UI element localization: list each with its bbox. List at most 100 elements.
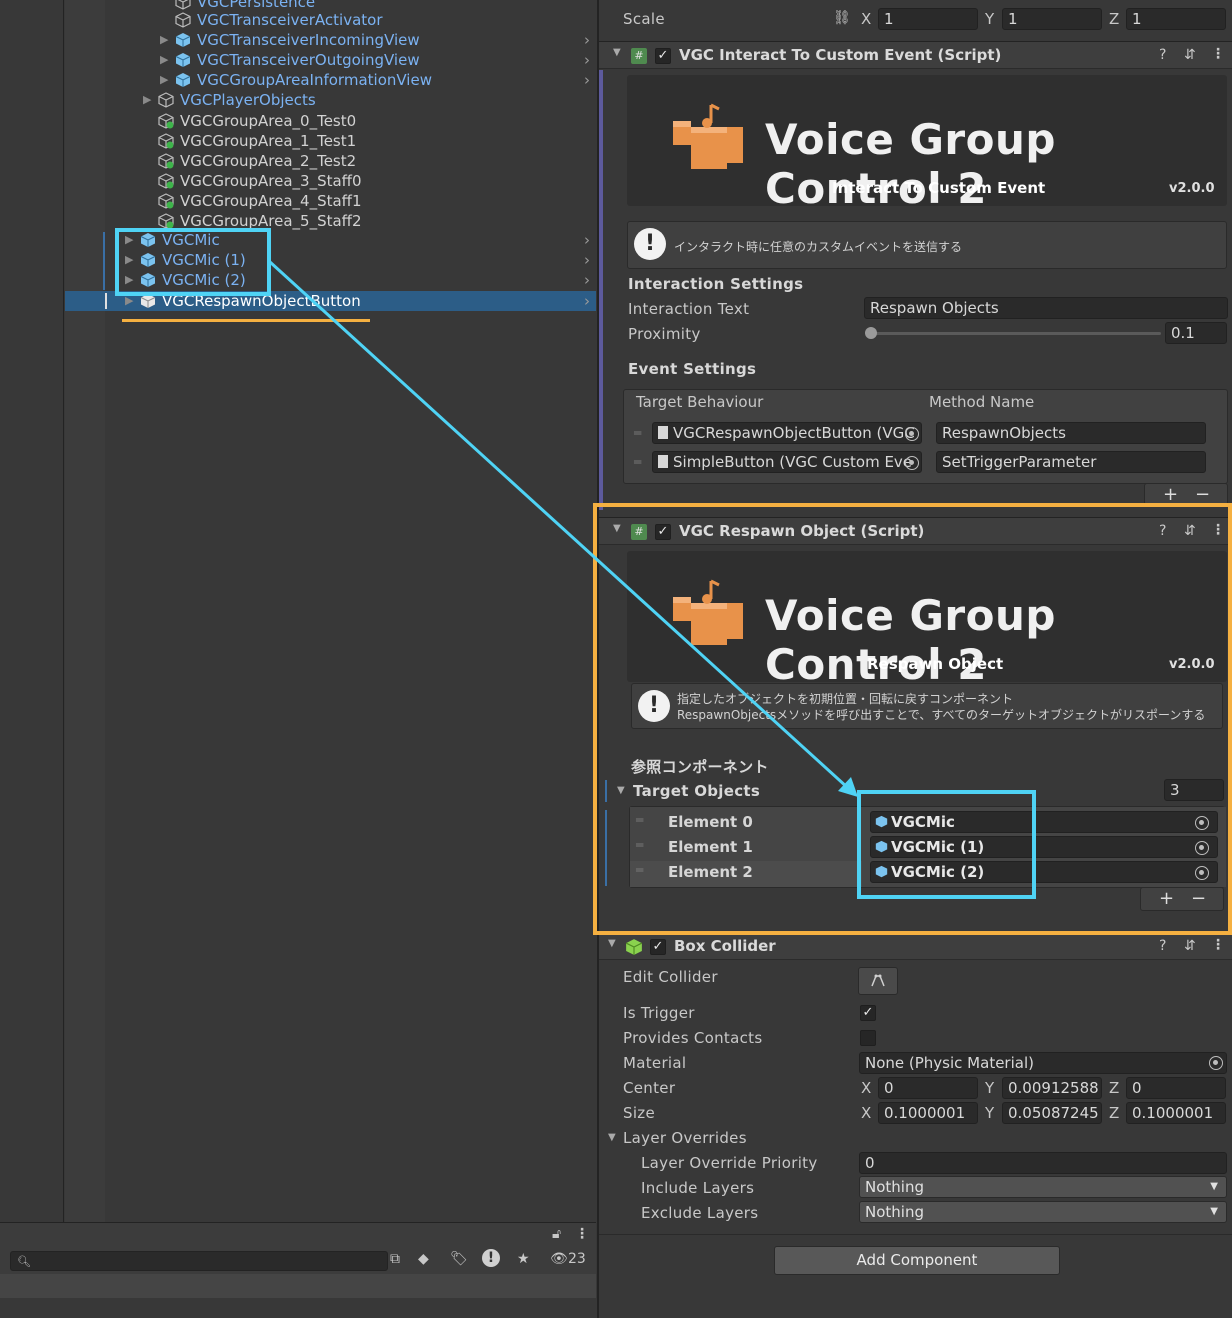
drag-handle-icon[interactable]: ═ (634, 455, 641, 469)
hierarchy-item[interactable]: VGCGroupArea_0_Test0 (105, 111, 596, 131)
exclude-layers-dropdown[interactable]: Nothing ▼ (859, 1201, 1227, 1223)
center-z-field[interactable]: 0 (1126, 1077, 1226, 1099)
is-trigger-label: Is Trigger (623, 1004, 695, 1022)
star-icon[interactable]: ★ (517, 1251, 530, 1267)
provides-contacts-checkbox[interactable] (860, 1030, 876, 1046)
axis-z-label: Z (1109, 10, 1120, 28)
scene-filter-icon[interactable]: ⧉ (390, 1251, 400, 1267)
chevron-right-icon[interactable]: › (584, 270, 590, 290)
chevron-right-icon[interactable]: › (584, 70, 590, 90)
constrain-proportions-icon[interactable]: ⛓︎ (833, 10, 851, 26)
foldout-arrow-icon[interactable]: ▼ (613, 47, 621, 58)
label-icon[interactable]: 🏷︎ (450, 1251, 468, 1267)
hierarchy-item[interactable]: ▶ VGCGroupAreaInformationView › (105, 70, 596, 90)
component-title: VGC Interact To Custom Event (Script) (679, 46, 1002, 64)
interaction-text-field[interactable]: Respawn Objects (864, 297, 1228, 319)
hierarchy-item[interactable]: ▶ VGCTransceiverOutgoingView › (105, 50, 596, 70)
proximity-slider-track[interactable] (871, 332, 1161, 335)
target-behaviour-field[interactable]: SimpleButton (VGC Custom Eve (652, 451, 922, 473)
exclude-layers-label: Exclude Layers (641, 1204, 759, 1222)
hierarchy-item[interactable]: VGCGroupArea_1_Test1 (105, 131, 596, 151)
hierarchy-item[interactable]: VGCTransceiverActivator (105, 10, 596, 30)
hierarchy-item[interactable]: ▶ VGCTransceiverIncomingView › (105, 30, 596, 50)
help-icon[interactable]: ? (1159, 47, 1166, 63)
center-x-field[interactable]: 0 (878, 1077, 978, 1099)
more-icon[interactable]: ⋮ (1211, 46, 1225, 62)
scale-label: Scale (623, 10, 665, 28)
scale-y-field[interactable]: 1 (1002, 8, 1102, 30)
expand-arrow-icon[interactable]: ▶ (160, 70, 168, 90)
object-picker-icon[interactable] (1209, 1056, 1223, 1070)
center-y-field[interactable]: 0.00912588 (1002, 1077, 1102, 1099)
enabled-checkbox[interactable]: ✓ (655, 48, 671, 64)
more-icon[interactable]: ⋮ (1211, 937, 1225, 953)
chevron-right-icon[interactable]: › (584, 30, 590, 50)
box-collider-header[interactable]: ▼ ✓ Box Collider ? ⇵ ⋮ (599, 932, 1232, 960)
warning-icon[interactable]: ! (482, 1249, 500, 1267)
object-picker-icon[interactable] (905, 427, 919, 441)
gameobject-icon (175, 12, 191, 28)
banner-subtitle: Interact To Custom Event (832, 179, 1046, 197)
is-trigger-checkbox[interactable]: ✓ (860, 1005, 876, 1021)
more-icon[interactable]: ⋮ (575, 1226, 589, 1242)
size-y-field[interactable]: 0.05087245 (1002, 1102, 1102, 1124)
help-box: ! インタラクト時に任意のカスタムイベントを送信する (627, 221, 1227, 269)
foldout-arrow-icon[interactable]: ▼ (608, 938, 616, 949)
proximity-field[interactable]: 0.1 (1165, 322, 1227, 344)
type-filter-icon[interactable]: ◆ (418, 1251, 429, 1267)
axis-x-label: X (861, 10, 872, 28)
gameobject-icon (158, 92, 174, 108)
chevron-right-icon[interactable]: › (584, 50, 590, 70)
size-x-field[interactable]: 0.1000001 (878, 1102, 978, 1124)
foldout-arrow-icon[interactable]: ▼ (608, 1132, 616, 1143)
chevron-right-icon[interactable]: › (584, 230, 590, 250)
enabled-checkbox[interactable]: ✓ (650, 939, 666, 955)
edit-collider-button[interactable] (858, 967, 898, 995)
target-behaviour-field[interactable]: VGCRespawnObjectButton (VGC (652, 422, 922, 444)
method-name-field[interactable]: SetTriggerParameter (936, 451, 1206, 473)
search-input[interactable]: 🔍︎ (10, 1251, 388, 1271)
interact-component-header[interactable]: ▼ # ✓ VGC Interact To Custom Event (Scri… (599, 41, 1232, 69)
size-z-field[interactable]: 0.1000001 (1126, 1102, 1226, 1124)
include-layers-label: Include Layers (641, 1179, 755, 1197)
priority-field[interactable]: 0 (859, 1152, 1227, 1174)
scale-x-field[interactable]: 1 (878, 8, 978, 30)
script-file-icon (658, 426, 668, 439)
layer-overrides-label[interactable]: Layer Overrides (623, 1129, 747, 1147)
add-component-button[interactable]: Add Component (774, 1246, 1060, 1275)
include-layers-dropdown[interactable]: Nothing ▼ (859, 1176, 1227, 1198)
presets-icon[interactable]: ⇵ (1184, 938, 1196, 954)
provides-contacts-label: Provides Contacts (623, 1029, 763, 1047)
expand-arrow-icon[interactable]: ▶ (160, 30, 168, 50)
info-icon: ! (634, 228, 666, 260)
help-text: インタラクト時に任意のカスタムイベントを送信する (674, 240, 963, 254)
chevron-right-icon[interactable]: › (584, 291, 590, 311)
expand-arrow-icon[interactable]: ▶ (160, 50, 168, 70)
chevron-right-icon[interactable]: › (584, 250, 590, 270)
proximity-slider-handle[interactable] (865, 327, 877, 339)
method-name-field[interactable]: RespawnObjects (936, 422, 1206, 444)
hierarchy-item[interactable]: ▶ VGCPlayerObjects (105, 90, 596, 110)
axis-y-label: Y (985, 1104, 995, 1122)
presets-icon[interactable]: ⇵ (1184, 47, 1196, 63)
drag-handle-icon[interactable]: ═ (634, 426, 641, 440)
script-file-icon (658, 455, 668, 468)
expand-arrow-icon[interactable]: ▶ (143, 90, 151, 110)
hierarchy-item[interactable]: VGCGroupArea_2_Test2 (105, 151, 596, 171)
prefab-icon (175, 73, 191, 87)
object-picker-icon[interactable] (905, 456, 919, 470)
selection-marker (105, 293, 107, 309)
hierarchy-gutter (0, 0, 64, 1222)
lock-icon[interactable]: 🔓︎ (552, 1226, 561, 1242)
highlight-box-mics (115, 228, 271, 296)
hierarchy-item[interactable]: VGCGroupArea_3_Staff0 (105, 171, 596, 191)
search-bar: 🔍︎ ⧉ ◆ 🏷︎ ! ★ 👁︎ 23 (0, 1248, 596, 1274)
help-icon[interactable]: ? (1159, 938, 1166, 954)
hidden-eye-icon[interactable]: 👁︎ (550, 1251, 568, 1267)
material-field[interactable]: None (Physic Material) (859, 1052, 1227, 1074)
add-icon[interactable]: + (1163, 484, 1178, 505)
priority-label: Layer Override Priority (641, 1154, 818, 1172)
hierarchy-item[interactable]: VGCGroupArea_4_Staff1 (105, 191, 596, 211)
remove-icon[interactable]: − (1195, 484, 1210, 505)
scale-z-field[interactable]: 1 (1126, 8, 1226, 30)
